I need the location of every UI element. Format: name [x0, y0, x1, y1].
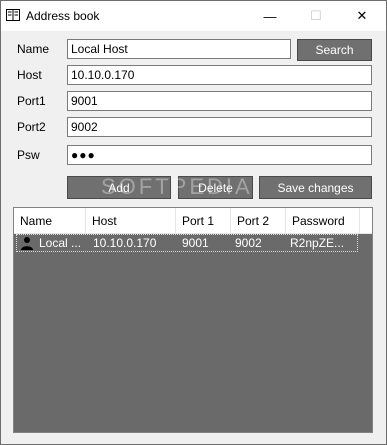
host-label: Host	[17, 68, 42, 82]
port1-label: Port1	[17, 94, 46, 108]
row-host: 10.10.0.170	[93, 236, 157, 250]
column-header-port2[interactable]: Port 2	[231, 208, 286, 234]
row-port1: 9001	[182, 236, 209, 250]
host-field[interactable]	[67, 65, 372, 85]
window-title: Address book	[26, 9, 100, 23]
row-password: R2npZE...	[290, 236, 345, 250]
password-field[interactable]: ●●●	[67, 145, 372, 165]
port2-field[interactable]	[67, 117, 372, 137]
add-button[interactable]: Add	[67, 176, 171, 199]
column-header-name[interactable]: Name	[14, 208, 86, 234]
port1-field[interactable]	[67, 91, 372, 111]
search-button[interactable]: Search	[297, 39, 372, 61]
title-bar[interactable]: Address book — ☐ ✕	[1, 1, 386, 31]
maximize-button[interactable]: ☐	[293, 1, 339, 31]
address-book-icon	[6, 9, 20, 21]
delete-button[interactable]: Delete	[178, 176, 253, 199]
psw-label: Psw	[17, 148, 40, 162]
port2-label: Port2	[17, 120, 46, 134]
name-field[interactable]	[67, 39, 291, 59]
name-label: Name	[17, 42, 50, 56]
column-header-port1[interactable]: Port 1	[176, 208, 231, 234]
minimize-button[interactable]: —	[247, 1, 293, 31]
row-name: Local ...	[39, 236, 82, 250]
column-header-host[interactable]: Host	[86, 208, 176, 234]
address-book-window: Address book — ☐ ✕ Name Search Host Port…	[0, 0, 387, 445]
table-row[interactable]: Local ... 10.10.0.170 9001 9002 R2npZE..…	[16, 234, 358, 252]
row-port2: 9002	[235, 236, 262, 250]
user-icon	[21, 237, 33, 250]
address-list[interactable]: Name Host Port 1 Port 2 Password Local .…	[13, 207, 373, 433]
close-button[interactable]: ✕	[339, 1, 385, 31]
column-header-password[interactable]: Password	[286, 208, 360, 234]
save-changes-button[interactable]: Save changes	[259, 176, 372, 199]
list-header: Name Host Port 1 Port 2 Password	[14, 208, 372, 234]
